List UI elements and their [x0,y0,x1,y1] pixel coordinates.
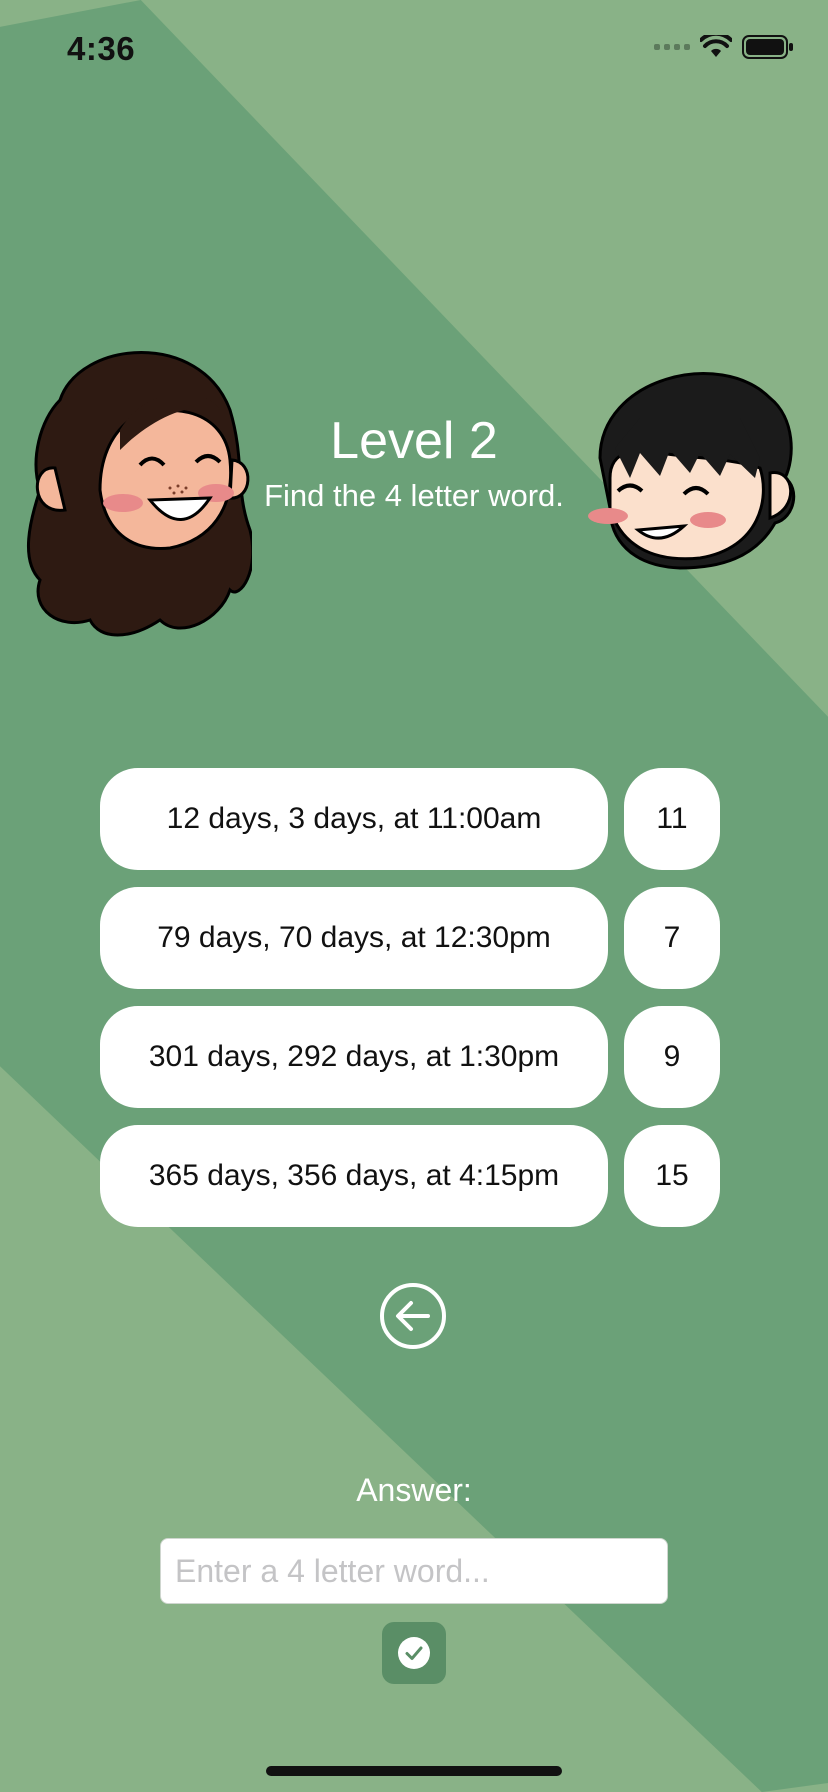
clue-text: 365 days, 356 days, at 4:15pm [100,1125,608,1227]
clue-number: 11 [624,768,720,870]
boy-avatar-icon [588,372,796,570]
level-title: Level 2 [330,412,498,470]
arrow-left-circle-icon [380,1283,446,1349]
battery-icon [742,35,793,59]
submit-button[interactable] [382,1622,446,1684]
back-button[interactable] [379,1282,447,1350]
level-subtitle: Find the 4 letter word. [264,478,564,513]
answer-input[interactable] [160,1538,668,1604]
wifi-icon [700,35,732,57]
level-header: Level 2 Find the 4 letter word. [250,410,578,517]
clue-number: 7 [624,887,720,989]
clue-list: 12 days, 3 days, at 11:00am 11 79 days, … [100,768,730,1244]
clue-row: 12 days, 3 days, at 11:00am 11 [100,768,730,870]
clue-number: 15 [624,1125,720,1227]
clue-text: 79 days, 70 days, at 12:30pm [100,887,608,989]
clue-row: 79 days, 70 days, at 12:30pm 7 [100,887,730,989]
girl-avatar-icon [27,351,252,637]
clue-row: 365 days, 356 days, at 4:15pm 15 [100,1125,730,1227]
clue-row: 301 days, 292 days, at 1:30pm 9 [100,1006,730,1108]
answer-label: Answer: [356,1472,472,1508]
cellular-signal-icon [654,44,690,50]
status-time: 4:36 [67,30,136,67]
status-icons [654,34,794,60]
checkmark-circle-icon [398,1637,430,1669]
clue-number: 9 [624,1006,720,1108]
clue-text: 301 days, 292 days, at 1:30pm [100,1006,608,1108]
game-screen: 4:36 Level 2 Find the 4 letter word. 12 … [0,0,828,1792]
home-indicator[interactable] [266,1766,562,1776]
clue-text: 12 days, 3 days, at 11:00am [100,768,608,870]
